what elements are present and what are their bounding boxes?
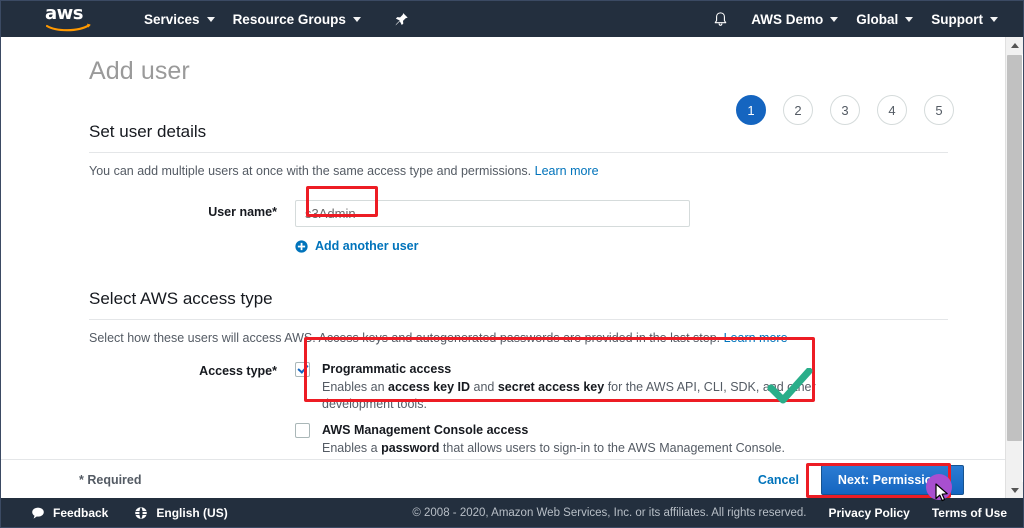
username-input[interactable] — [295, 200, 690, 227]
aws-logo-text: aws — [45, 3, 83, 24]
bottom-bar: Feedback English (US) © 2008 - 2020, Ama… — [1, 498, 1023, 527]
feedback-button[interactable]: Feedback — [31, 506, 108, 520]
step-1[interactable]: 1 — [736, 95, 766, 125]
plus-circle-icon — [295, 240, 308, 253]
programmatic-access-title: Programmatic access — [322, 361, 885, 378]
programmatic-access-desc-part1: Enables an — [322, 380, 388, 394]
chevron-down-icon — [830, 17, 838, 22]
language-selector[interactable]: English (US) — [134, 506, 227, 520]
speech-bubble-icon — [31, 506, 45, 520]
nav-item-services[interactable]: Services — [135, 1, 224, 37]
programmatic-access-desc-bold1: access key ID — [388, 380, 470, 394]
access-type-description-text: Select how these users will access AWS. … — [89, 331, 720, 345]
form-footer-bar: * Required Cancel Next: Permissions — [1, 459, 1006, 499]
console-access-desc-part2: that allows users to sign-in to the AWS … — [439, 441, 785, 455]
programmatic-access-desc-part2: and — [470, 380, 498, 394]
copyright-text: © 2008 - 2020, Amazon Web Services, Inc.… — [412, 507, 806, 519]
option-programmatic-access[interactable]: Programmatic access Enables an access ke… — [295, 361, 885, 413]
scroll-down-arrow-icon[interactable] — [1006, 482, 1023, 499]
pin-icon[interactable] — [392, 9, 412, 29]
console-access-desc-bold1: password — [381, 441, 439, 455]
top-navigation-bar: aws Services Resource Groups — [1, 1, 1023, 37]
console-access-checkbox[interactable] — [295, 423, 310, 438]
add-another-user-label: Add another user — [315, 239, 419, 253]
notifications-bell-icon[interactable] — [708, 7, 732, 31]
access-type-options: Programmatic access Enables an access ke… — [295, 361, 885, 466]
programmatic-access-text: Programmatic access Enables an access ke… — [322, 361, 885, 413]
programmatic-access-checkbox[interactable] — [295, 362, 310, 377]
console-access-desc-part1: Enables a — [322, 441, 381, 455]
set-user-details-heading: Set user details — [89, 122, 1006, 142]
terms-of-use-link[interactable]: Terms of Use — [932, 506, 1007, 520]
top-navigation-right: AWS Demo Global Support — [708, 1, 1023, 37]
access-type-heading: Select AWS access type — [89, 289, 1006, 309]
vertical-scrollbar[interactable] — [1005, 37, 1022, 499]
chevron-down-icon — [990, 17, 998, 22]
aws-logo[interactable]: aws — [45, 5, 97, 33]
aws-console-window: aws Services Resource Groups — [0, 0, 1024, 528]
access-type-learn-more-link[interactable]: Learn more — [724, 331, 788, 345]
option-console-access[interactable]: AWS Management Console access Enables a … — [295, 422, 885, 457]
step-indicator: 1 2 3 4 5 — [736, 95, 954, 125]
aws-logo-smile-icon — [46, 23, 92, 32]
chevron-down-icon — [353, 17, 361, 22]
language-label: English (US) — [156, 506, 227, 520]
username-form-row: User name* Add another user — [89, 200, 1006, 253]
step-2[interactable]: 2 — [783, 95, 813, 125]
chevron-down-icon — [905, 17, 913, 22]
chevron-down-icon — [207, 17, 215, 22]
step-4[interactable]: 4 — [877, 95, 907, 125]
nav-item-resource-groups-label: Resource Groups — [233, 12, 346, 27]
divider — [89, 152, 948, 153]
required-note: * Required — [79, 473, 142, 487]
feedback-label: Feedback — [53, 506, 108, 520]
access-type-description: Select how these users will access AWS. … — [89, 331, 1006, 345]
nav-item-support[interactable]: Support — [922, 1, 1007, 37]
username-label: User name* — [89, 200, 295, 219]
nav-item-services-label: Services — [144, 12, 200, 27]
console-access-text: AWS Management Console access Enables a … — [322, 422, 785, 457]
set-user-details-description: You can add multiple users at once with … — [89, 164, 1006, 178]
nav-item-resource-groups[interactable]: Resource Groups — [224, 1, 370, 37]
privacy-policy-link[interactable]: Privacy Policy — [828, 506, 909, 520]
add-another-user-button[interactable]: Add another user — [295, 239, 690, 253]
form-footer-actions: Cancel Next: Permissions — [758, 465, 964, 495]
nav-item-region-label: Global — [856, 12, 898, 27]
programmatic-access-desc-bold2: secret access key — [498, 380, 604, 394]
console-access-title: AWS Management Console access — [322, 422, 785, 439]
access-type-form-row: Access type* Programmatic access Enables… — [89, 361, 1006, 466]
nav-item-account[interactable]: AWS Demo — [742, 1, 847, 37]
step-5[interactable]: 5 — [924, 95, 954, 125]
page-title: Add user — [89, 57, 1006, 86]
nav-item-support-label: Support — [931, 12, 983, 27]
next-permissions-button[interactable]: Next: Permissions — [821, 465, 964, 495]
scrollbar-thumb[interactable] — [1007, 55, 1022, 441]
globe-icon — [134, 506, 148, 520]
page-content: Add user 1 2 3 4 5 Set user details You … — [1, 37, 1006, 499]
scroll-up-arrow-icon[interactable] — [1006, 37, 1023, 54]
nav-item-account-label: AWS Demo — [751, 12, 823, 27]
divider — [89, 319, 948, 320]
set-user-details-description-text: You can add multiple users at once with … — [89, 164, 531, 178]
access-type-label: Access type* — [89, 361, 295, 378]
nav-item-region[interactable]: Global — [847, 1, 922, 37]
user-details-learn-more-link[interactable]: Learn more — [535, 164, 599, 178]
cancel-button[interactable]: Cancel — [758, 473, 799, 487]
step-3[interactable]: 3 — [830, 95, 860, 125]
